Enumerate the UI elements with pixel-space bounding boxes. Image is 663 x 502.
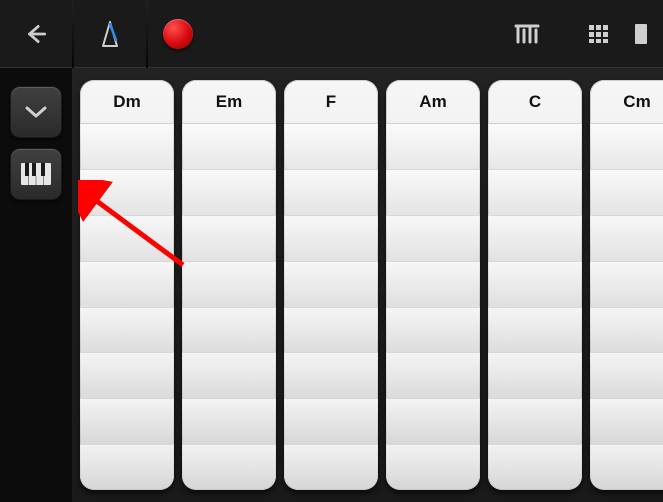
chord-row[interactable]	[488, 308, 582, 354]
chord-rows	[386, 124, 480, 490]
main-area: DmEmFAmCCm	[0, 68, 663, 502]
left-sidebar	[0, 68, 72, 502]
chord-row[interactable]	[182, 308, 276, 354]
chord-row[interactable]	[590, 399, 663, 445]
grid-icon	[587, 22, 611, 46]
chord-row[interactable]	[80, 445, 174, 490]
chord-row[interactable]	[488, 399, 582, 445]
arpeggiator-icon	[514, 22, 540, 46]
chord-row[interactable]	[284, 399, 378, 445]
chord-row[interactable]	[488, 216, 582, 262]
chord-row[interactable]	[590, 170, 663, 216]
chord-row[interactable]	[590, 216, 663, 262]
metronome-button[interactable]	[74, 0, 146, 68]
chord-row[interactable]	[284, 308, 378, 354]
chord-row[interactable]	[386, 216, 480, 262]
chord-row[interactable]	[182, 124, 276, 170]
chord-row[interactable]	[386, 124, 480, 170]
piano-keys-icon	[21, 163, 51, 185]
chord-row[interactable]	[386, 353, 480, 399]
chord-strip-area: DmEmFAmCCm	[72, 68, 663, 502]
chord-row[interactable]	[590, 124, 663, 170]
chord-row[interactable]	[590, 353, 663, 399]
more-button[interactable]	[635, 0, 663, 68]
back-arrow-icon	[23, 21, 49, 47]
chord-row[interactable]	[182, 216, 276, 262]
chord-row[interactable]	[590, 445, 663, 490]
chord-row[interactable]	[80, 216, 174, 262]
chord-label: C	[488, 80, 582, 124]
chord-column[interactable]: C	[488, 80, 582, 490]
chord-row[interactable]	[488, 445, 582, 490]
chord-label: Dm	[80, 80, 174, 124]
chord-rows	[182, 124, 276, 490]
chord-label: Em	[182, 80, 276, 124]
chord-row[interactable]	[182, 399, 276, 445]
chord-row[interactable]	[284, 124, 378, 170]
chord-row[interactable]	[488, 124, 582, 170]
back-button[interactable]	[0, 0, 72, 68]
chord-row[interactable]	[284, 216, 378, 262]
chevron-down-icon	[23, 104, 49, 120]
chord-column[interactable]: Am	[386, 80, 480, 490]
chord-row[interactable]	[284, 262, 378, 308]
chord-row[interactable]	[284, 353, 378, 399]
chord-label: Am	[386, 80, 480, 124]
record-icon	[163, 19, 193, 49]
chord-column[interactable]: Em	[182, 80, 276, 490]
chord-row[interactable]	[182, 445, 276, 490]
chord-row[interactable]	[80, 399, 174, 445]
chord-row[interactable]	[386, 308, 480, 354]
chord-row[interactable]	[80, 308, 174, 354]
chord-row[interactable]	[590, 308, 663, 354]
chord-row[interactable]	[80, 353, 174, 399]
chord-rows	[488, 124, 582, 490]
chord-row[interactable]	[80, 262, 174, 308]
chord-row[interactable]	[284, 445, 378, 490]
chord-column[interactable]: F	[284, 80, 378, 490]
keyboard-mode-button[interactable]	[10, 148, 62, 200]
grid-view-button[interactable]	[563, 0, 635, 68]
chord-rows	[590, 124, 663, 490]
chord-column[interactable]: Cm	[590, 80, 663, 490]
chord-row[interactable]	[386, 445, 480, 490]
chord-row[interactable]	[488, 170, 582, 216]
chord-row[interactable]	[182, 170, 276, 216]
chord-label: F	[284, 80, 378, 124]
chord-label: Cm	[590, 80, 663, 124]
top-toolbar	[0, 0, 663, 68]
chord-row[interactable]	[488, 353, 582, 399]
collapse-button[interactable]	[10, 86, 62, 138]
record-button[interactable]	[148, 0, 208, 68]
chord-rows	[80, 124, 174, 490]
chord-row[interactable]	[182, 262, 276, 308]
chord-rows	[284, 124, 378, 490]
chord-row[interactable]	[590, 262, 663, 308]
chord-row[interactable]	[80, 170, 174, 216]
more-icon	[635, 22, 651, 46]
chord-row[interactable]	[80, 124, 174, 170]
chord-row[interactable]	[386, 170, 480, 216]
chord-row[interactable]	[488, 262, 582, 308]
chord-row[interactable]	[284, 170, 378, 216]
chord-row[interactable]	[182, 353, 276, 399]
metronome-icon	[98, 20, 122, 48]
chord-row[interactable]	[386, 262, 480, 308]
chord-row[interactable]	[386, 399, 480, 445]
arpeggiator-button[interactable]	[491, 0, 563, 68]
chord-column[interactable]: Dm	[80, 80, 174, 490]
